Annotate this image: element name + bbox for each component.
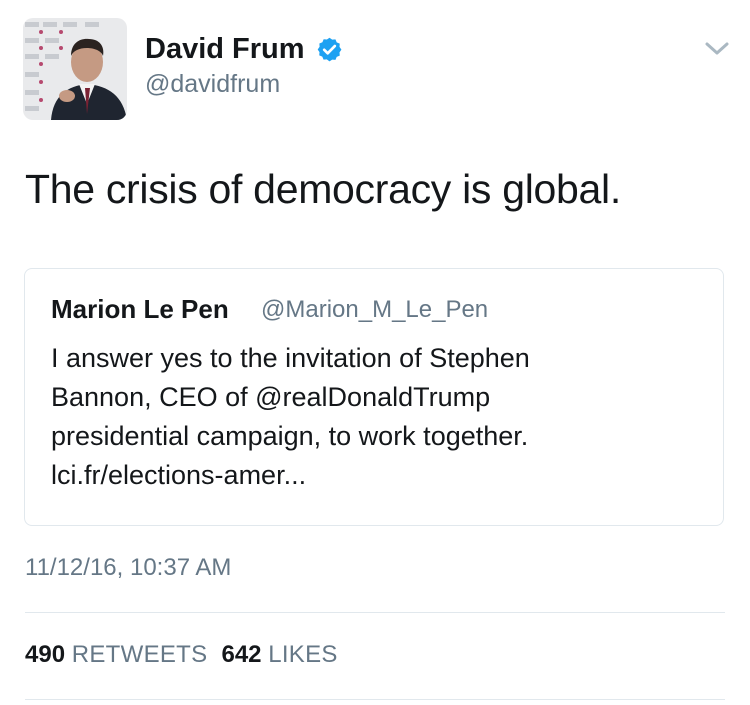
- tweet-text: The crisis of democracy is global.: [25, 166, 621, 212]
- quoted-text-line: I answer yes to the invitation of Stephe…: [51, 343, 530, 373]
- tweet-card: David Frum @davidfrum The crisis of demo…: [0, 0, 750, 705]
- divider: [25, 699, 725, 700]
- likes-count: 642: [221, 641, 262, 668]
- author-display-name[interactable]: David Frum: [145, 32, 305, 66]
- tweet-timestamp[interactable]: 11/12/16, 10:37 AM: [25, 553, 231, 583]
- divider: [25, 612, 725, 613]
- quoted-text-line: Bannon, CEO of @realDonaldTrump: [51, 382, 491, 412]
- quoted-text: I answer yes to the invitation of Stephe…: [51, 339, 671, 495]
- retweets-stat[interactable]: 490 RETWEETS: [25, 641, 207, 668]
- chevron-down-icon[interactable]: [704, 40, 730, 58]
- likes-stat[interactable]: 642 LIKES: [221, 641, 337, 668]
- author-handle[interactable]: @davidfrum: [145, 69, 280, 99]
- quoted-text-link[interactable]: lci.fr/elections-amer...: [51, 456, 671, 495]
- retweets-label: RETWEETS: [71, 641, 208, 668]
- retweets-count: 490: [25, 641, 66, 668]
- quoted-display-name: Marion Le Pen: [51, 294, 229, 324]
- verified-badge-icon: [317, 37, 342, 62]
- avatar-photo-icon: [23, 18, 127, 120]
- author-avatar[interactable]: [23, 18, 127, 120]
- quoted-text-line: presidential campaign, to work together.: [51, 421, 529, 451]
- tweet-stats: 490 RETWEETS 642 LIKES: [25, 640, 338, 670]
- quoted-tweet[interactable]: Marion Le Pen @Marion_M_Le_Pen I answer …: [24, 268, 724, 526]
- likes-label: LIKES: [268, 641, 338, 668]
- quoted-handle: @Marion_M_Le_Pen: [261, 296, 489, 323]
